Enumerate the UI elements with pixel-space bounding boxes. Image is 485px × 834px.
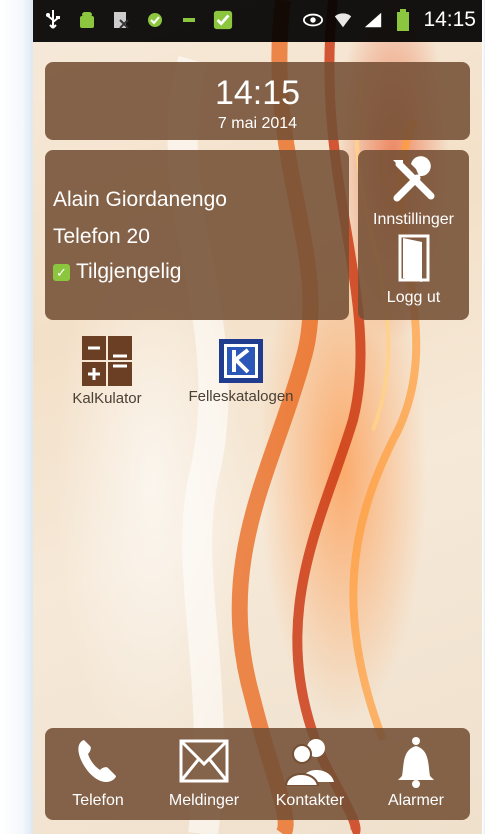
calculator-icon — [82, 336, 132, 386]
dock-label: Meldinger — [168, 792, 240, 809]
dock-meldinger[interactable]: Meldinger — [151, 728, 257, 820]
phone-icon — [78, 740, 116, 782]
phone-screen: 14:15 14:15 7 mai 2014 Alain Giordanengo… — [0, 0, 485, 834]
user-status[interactable]: ✓ Tilgjengelig — [53, 260, 181, 284]
screenshot-icon — [111, 9, 131, 31]
logout-button[interactable]: Logg ut — [358, 234, 469, 307]
side-panel: Innstillinger Logg ut — [358, 150, 469, 320]
dock-label: Alarmer — [387, 792, 444, 809]
settings-button[interactable]: Innstillinger — [358, 156, 469, 229]
user-widget[interactable]: Alain Giordanengo Telefon 20 ✓ Tilgjenge… — [45, 150, 349, 320]
status-bar-time: 14:15 — [423, 8, 476, 31]
app-check-icon — [213, 9, 233, 31]
tools-icon — [392, 156, 434, 202]
clock-widget[interactable]: 14:15 7 mai 2014 — [45, 62, 470, 140]
app-label: Felleskatalogen — [188, 388, 294, 405]
dock-alarmer[interactable]: Alarmer — [363, 728, 469, 820]
envelope-icon — [179, 739, 229, 783]
dock-kontakter[interactable]: Kontakter — [257, 728, 363, 820]
battery-icon — [393, 9, 413, 31]
door-icon — [398, 234, 429, 282]
bell-icon — [398, 737, 434, 788]
dock-label: Telefon — [72, 792, 124, 809]
user-status-label: Tilgjengelig — [76, 260, 182, 283]
checkbox-checked-icon[interactable]: ✓ — [53, 263, 70, 281]
android-icon — [77, 9, 97, 31]
status-bar: 14:15 — [33, 0, 482, 42]
clock-date: 7 mai 2014 — [217, 115, 298, 132]
app-kalkulator[interactable]: KalKulator — [57, 336, 157, 407]
status-bar-system: 14:15 — [303, 8, 476, 32]
app-felleskatalogen[interactable]: Felleskatalogen — [171, 336, 311, 405]
battery-small-icon — [179, 9, 199, 31]
app-label: KalKulator — [72, 390, 142, 407]
dock-label: Kontakter — [275, 792, 345, 809]
felleskatalogen-icon — [219, 339, 263, 383]
contacts-icon — [284, 739, 334, 786]
eye-icon — [303, 9, 324, 31]
dock-telefon[interactable]: Telefon — [45, 728, 151, 820]
check-circle-icon — [145, 9, 165, 31]
wifi-icon — [333, 9, 353, 31]
left-edge — [0, 0, 33, 834]
home-screen: 14:15 14:15 7 mai 2014 Alain Giordanengo… — [33, 0, 482, 834]
usb-icon — [43, 9, 63, 31]
status-bar-notifications — [43, 9, 233, 31]
logout-label: Logg ut — [386, 289, 441, 306]
user-phone: Telefon 20 — [53, 225, 150, 248]
user-name: Alain Giordanengo — [53, 188, 227, 211]
bottom-dock: Telefon Meldinger Kontakter Alarmer — [45, 728, 470, 820]
signal-icon — [363, 9, 383, 31]
clock-time: 14:15 — [214, 74, 301, 112]
settings-label: Innstillinger — [373, 211, 454, 228]
